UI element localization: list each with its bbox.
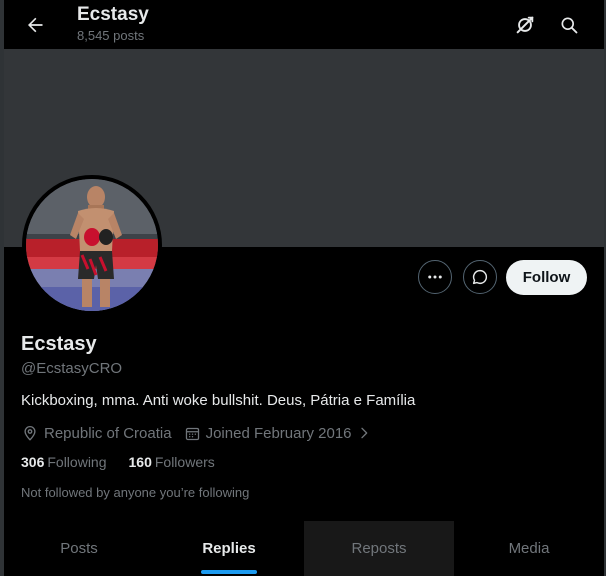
tab-label: Posts xyxy=(60,540,98,557)
following-count: 306 xyxy=(21,454,45,470)
calendar-icon xyxy=(185,427,199,440)
tab-label: Replies xyxy=(202,540,256,557)
user-handle: @EcstasyCRO xyxy=(21,360,123,377)
more-horizontal-icon xyxy=(428,275,442,279)
following-label: Following xyxy=(47,454,107,470)
tab-label: Reposts xyxy=(351,540,407,557)
display-name: Ecstasy xyxy=(21,333,97,355)
grok-icon xyxy=(516,16,534,34)
profile-tabs: Posts Replies Reposts Media xyxy=(4,521,604,576)
search-button[interactable] xyxy=(552,8,586,42)
following-link[interactable]: 306 Following xyxy=(21,454,107,470)
tab-reposts[interactable]: Reposts xyxy=(304,521,454,576)
search-icon xyxy=(561,17,578,34)
back-button[interactable] xyxy=(18,8,52,42)
tab-label: Media xyxy=(508,540,550,557)
tab-posts[interactable]: Posts xyxy=(4,521,154,576)
avatar[interactable] xyxy=(22,175,162,315)
posts-count: 8,545 posts xyxy=(77,28,145,43)
join-date[interactable]: Joined February 2016 xyxy=(184,425,372,442)
more-button[interactable] xyxy=(418,260,452,294)
message-icon xyxy=(472,269,488,285)
location-text: Republic of Croatia xyxy=(44,424,172,442)
profile-bio: Kickboxing, mma. Anti woke bullshit. Deu… xyxy=(21,392,416,409)
tab-media[interactable]: Media xyxy=(454,521,604,576)
followers-count: 160 xyxy=(128,454,152,470)
follow-counts: 306 Following 160 Followers xyxy=(21,454,237,470)
not-followed-note: Not followed by anyone you’re following xyxy=(21,485,250,500)
location: Republic of Croatia xyxy=(21,424,172,442)
followers-link[interactable]: 160 Followers xyxy=(129,454,215,470)
grok-button[interactable] xyxy=(508,8,542,42)
profile-header: Ecstasy 8,545 posts xyxy=(4,0,604,48)
arrow-left-icon xyxy=(28,17,43,33)
location-pin-icon xyxy=(24,426,36,441)
profile-meta: Republic of Croatia Joined February 2016 xyxy=(21,423,372,443)
tab-replies[interactable]: Replies xyxy=(154,521,304,576)
header-title: Ecstasy xyxy=(77,4,149,25)
join-date-text: Joined February 2016 xyxy=(205,424,352,442)
active-tab-indicator xyxy=(201,570,257,574)
message-button[interactable] xyxy=(463,260,497,294)
avatar-photo xyxy=(26,179,158,311)
chevron-right-icon xyxy=(360,427,367,439)
followers-label: Followers xyxy=(154,454,215,470)
follow-button[interactable]: Follow xyxy=(506,260,587,295)
